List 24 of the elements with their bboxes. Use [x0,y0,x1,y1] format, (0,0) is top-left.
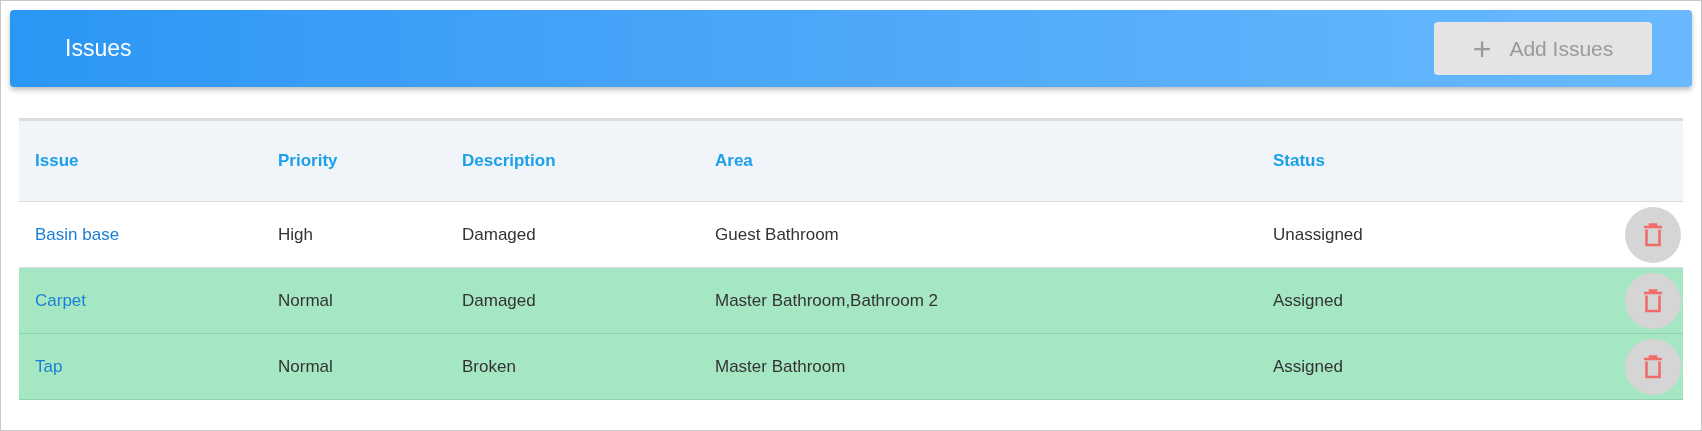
table-cell-text: Unassigned [1272,223,1364,246]
table-cell-text: Normal [277,289,334,312]
trash-icon [1643,222,1663,247]
issue-link[interactable]: Basin base [19,221,262,248]
column-header: Description [461,150,557,173]
table-cell-text: Normal [277,355,334,378]
trash-icon [1643,288,1663,313]
column-header: Area [714,150,754,173]
issue-link[interactable]: Tap [19,353,262,380]
table-cell-text: Assigned [1272,355,1344,378]
table-cell-text: Assigned [1272,289,1344,312]
table-cell-text: Guest Bathroom [714,223,840,246]
column-header: Issue [34,150,80,173]
table-cell-text: Damaged [461,289,537,312]
column-header: Priority [277,150,339,173]
issue-link[interactable]: Carpet [19,287,262,314]
table-cell-text: Broken [461,355,517,378]
column-header: Status [1272,150,1326,173]
trash-icon [1643,354,1663,379]
table-cell-text: High [277,223,314,246]
table-cell-text: Master Bathroom,Bathroom 2 [714,289,939,312]
table-cell-text: Master Bathroom [714,355,847,378]
page-title: Issues [65,34,132,64]
table-cell-text: Damaged [461,223,537,246]
